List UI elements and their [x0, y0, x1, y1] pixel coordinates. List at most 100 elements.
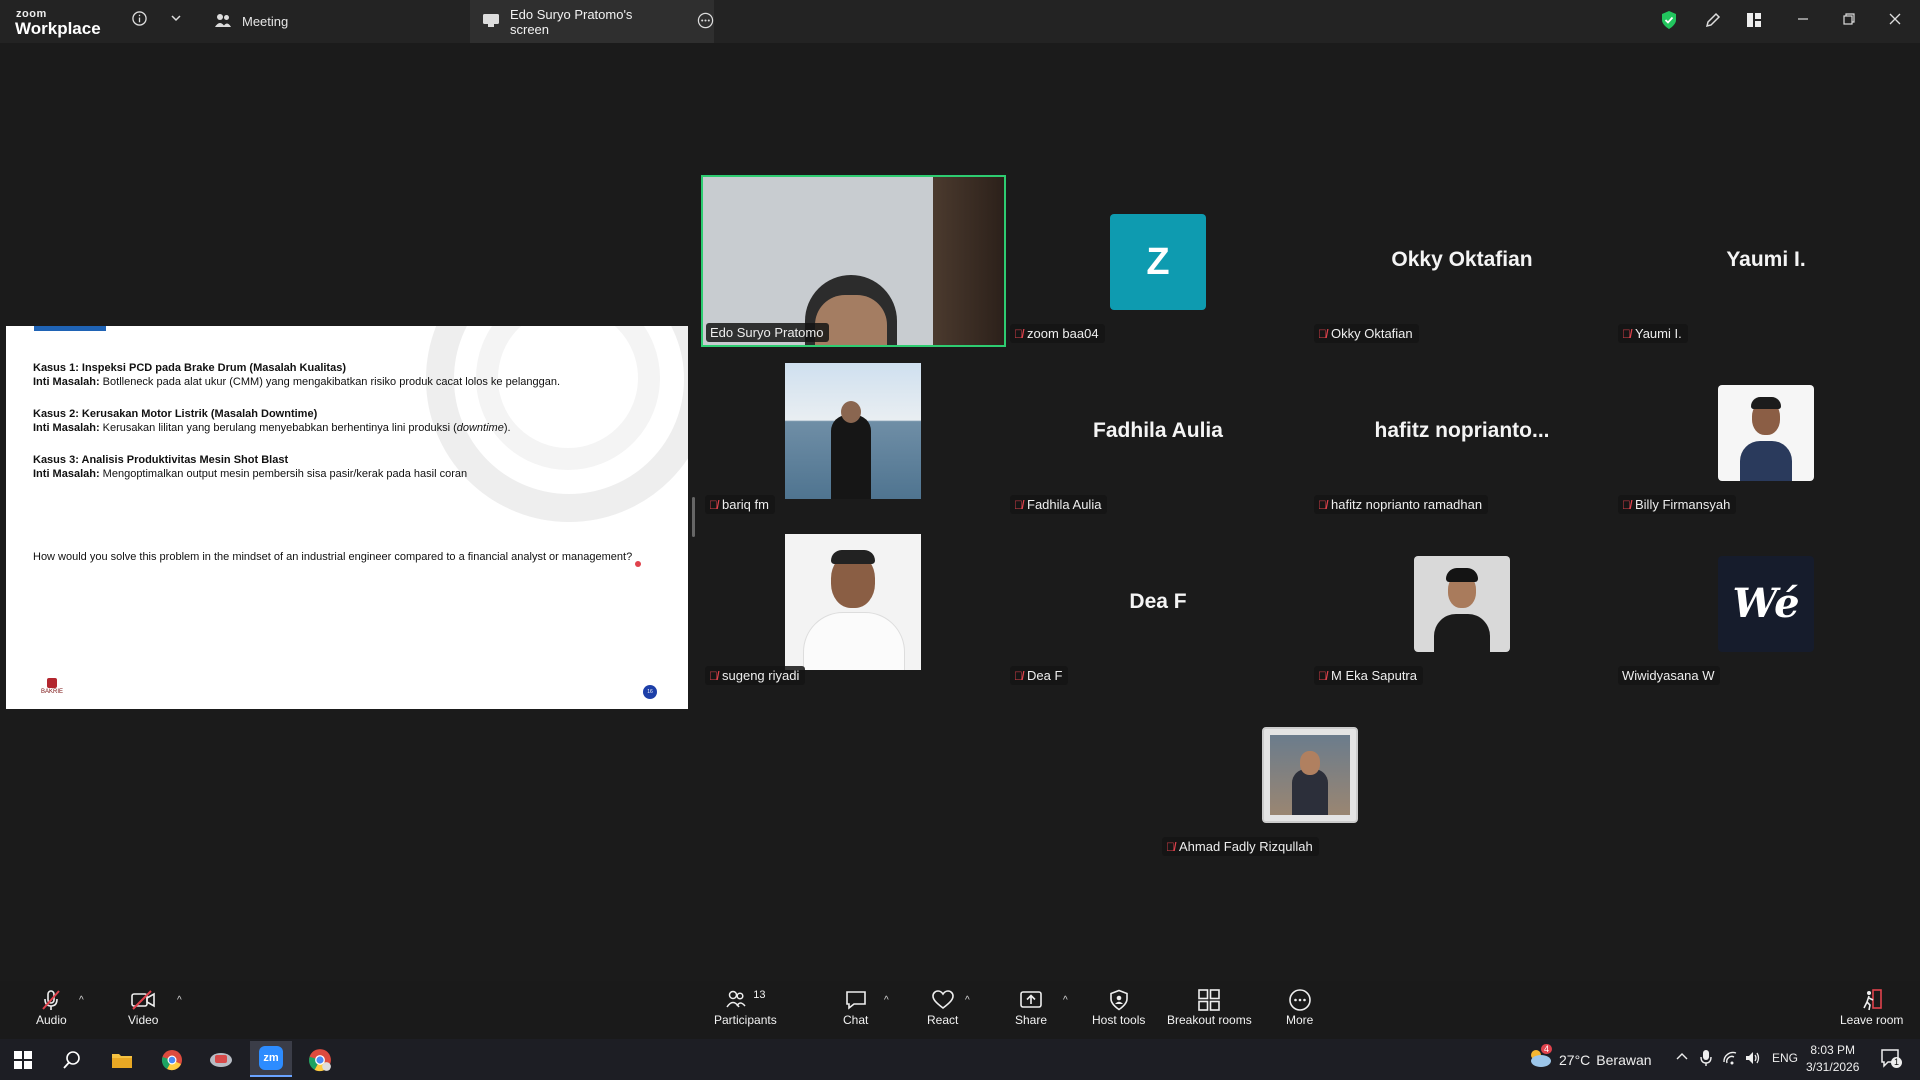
mic-muted-icon: 🎙̸: [1014, 668, 1023, 683]
participant-name-tag: 🎙̸ bariq fm: [705, 495, 775, 514]
breakout-rooms-icon: [1197, 987, 1221, 1013]
video-options-caret-icon[interactable]: ^: [177, 995, 182, 1006]
weather-widget[interactable]: 4 27°C Berawan: [1527, 1044, 1652, 1071]
participant-photo: [1718, 385, 1814, 481]
react-label: React: [927, 1013, 959, 1027]
info-icon[interactable]: [132, 11, 147, 30]
participant-tile-m-eka[interactable]: 🎙̸ M Eka Saputra: [1310, 518, 1614, 689]
video-button[interactable]: Video: [128, 987, 158, 1027]
windows-start-icon[interactable]: [8, 1045, 38, 1075]
share-button[interactable]: Share: [1015, 987, 1047, 1027]
video-label: Video: [128, 1013, 159, 1027]
participant-tile-sugeng[interactable]: 🎙̸ sugeng riyadi: [701, 518, 1005, 689]
participant-tile-wiwidyasana[interactable]: Wé Wiwidyasana W: [1614, 518, 1918, 689]
participant-tile-edo[interactable]: Edo Suryo Pratomo: [701, 175, 1006, 347]
shield-check-icon[interactable]: [1660, 10, 1678, 35]
audio-label: Audio: [36, 1013, 67, 1027]
case1-title: Kasus 1: Inspeksi PCD pada Brake Drum (M…: [33, 362, 346, 374]
participant-name-tag: 🎙̸ Fadhila Aulia: [1010, 495, 1108, 514]
participant-tile-hafitz[interactable]: hafitz noprianto... 🎙̸ hafitz noprianto r…: [1310, 347, 1614, 518]
tab-meeting[interactable]: Meeting: [214, 8, 288, 35]
taskbar-clock[interactable]: 8:03 PM 3/31/2026: [1806, 1042, 1859, 1076]
participant-photo: [1262, 727, 1358, 823]
participant-photo: [785, 534, 921, 670]
audio-options-caret-icon[interactable]: ^: [79, 995, 84, 1006]
clock-time: 8:03 PM: [1810, 1043, 1856, 1057]
participant-display-name: Yaumi I.: [1726, 248, 1806, 271]
chat-options-caret-icon[interactable]: ^: [884, 995, 889, 1006]
leave-room-button[interactable]: Leave room: [1840, 987, 1903, 1027]
university-logo: BAKRIE: [36, 678, 68, 700]
participant-tile-fadhila[interactable]: Fadhila Aulia 🎙̸ Fadhila Aulia: [1006, 347, 1310, 518]
notification-center-icon[interactable]: 1: [1880, 1048, 1902, 1073]
host-tools-label: Host tools: [1092, 1013, 1146, 1027]
chrome-profile-icon[interactable]: [305, 1045, 335, 1075]
leave-room-label: Leave room: [1840, 1013, 1904, 1027]
screen-share-icon: [482, 12, 500, 31]
notification-count-badge: 1: [1891, 1057, 1902, 1068]
react-button[interactable]: React: [927, 987, 958, 1027]
participant-name-tag: 🎙̸ zoom baa04: [1010, 324, 1105, 343]
react-options-caret-icon[interactable]: ^: [965, 995, 970, 1006]
tab-shared-screen[interactable]: Edo Suryo Pratomo's screen: [470, 0, 714, 43]
video-background-door: [933, 177, 1004, 345]
more-button[interactable]: More: [1286, 987, 1313, 1027]
participant-photo: [1414, 556, 1510, 652]
host-shield-icon: [1108, 987, 1130, 1013]
input-language[interactable]: ENG: [1772, 1051, 1798, 1065]
file-explorer-icon[interactable]: [107, 1045, 137, 1075]
participant-tile-zoom-baa04[interactable]: Z 🎙̸ zoom baa04: [1006, 176, 1310, 347]
participant-tile-billy[interactable]: 🎙̸ Billy Firmansyah: [1614, 347, 1918, 518]
breakout-rooms-button[interactable]: Breakout rooms: [1167, 987, 1252, 1027]
participants-button[interactable]: 13 Participants: [714, 987, 777, 1027]
case3-body: Inti Masalah: Mengoptimalkan output mesi…: [33, 468, 468, 480]
close-icon[interactable]: [1887, 11, 1903, 32]
view-layout-icon[interactable]: [1745, 11, 1763, 34]
wifi-icon[interactable]: [1722, 1050, 1738, 1071]
chrome-icon[interactable]: [157, 1045, 187, 1075]
app-icon[interactable]: [206, 1045, 236, 1075]
search-icon[interactable]: [57, 1045, 87, 1075]
slide-question: How would you solve this problem in the …: [33, 551, 633, 563]
mic-muted-icon: 🎙̸: [709, 497, 718, 512]
share-label: Share: [1015, 1013, 1048, 1027]
participant-photo: [785, 363, 921, 499]
more-options-icon[interactable]: [697, 12, 714, 32]
shared-screen-slide[interactable]: Kasus 1: Inspeksi PCD pada Brake Drum (M…: [6, 326, 688, 709]
volume-icon[interactable]: [1744, 1050, 1762, 1071]
participant-tile-okky[interactable]: Okky Oktafian 🎙̸ Okky Oktafian: [1310, 176, 1614, 347]
participant-name-tag: 🎙̸ Ahmad Fadly Rizqullah: [1162, 837, 1319, 856]
participant-display-name: Dea F: [1129, 590, 1187, 613]
participant-logo-avatar: Wé: [1718, 556, 1814, 652]
more-label: More: [1286, 1013, 1314, 1027]
minimize-icon[interactable]: [1795, 11, 1811, 32]
cloud-weather-icon: 4: [1527, 1044, 1553, 1071]
title-bar: zoom Workplace Meeting Edo Suryo Pratomo…: [0, 0, 1920, 43]
chevron-down-icon[interactable]: [170, 11, 182, 28]
participants-label: Participants: [714, 1013, 777, 1027]
zoom-taskbar-icon[interactable]: zm: [250, 1041, 292, 1077]
participant-tile-ahmad[interactable]: 🎙̸ Ahmad Fadly Rizqullah: [1158, 689, 1462, 860]
case1-body: Inti Masalah: Botlleneck pada alat ukur …: [33, 376, 561, 388]
weather-description: Berawan: [1596, 1051, 1652, 1068]
resize-splitter[interactable]: [692, 497, 695, 537]
laser-pointer: [635, 561, 641, 567]
host-tools-button[interactable]: Host tools: [1092, 987, 1145, 1027]
breakout-rooms-label: Breakout rooms: [1167, 1013, 1252, 1027]
video-off-icon: [130, 987, 156, 1013]
participant-tile-yaumi[interactable]: Yaumi I. 🎙̸ Yaumi I.: [1614, 176, 1918, 347]
participant-tile-dea[interactable]: Dea F 🎙̸ Dea F: [1006, 518, 1310, 689]
share-options-caret-icon[interactable]: ^: [1063, 995, 1068, 1006]
tray-microphone-icon[interactable]: [1699, 1049, 1713, 1072]
participant-tile-bariq[interactable]: 🎙̸ bariq fm: [701, 347, 1005, 518]
annotate-pencil-icon[interactable]: [1704, 11, 1722, 34]
restore-icon[interactable]: [1841, 11, 1857, 32]
chat-button[interactable]: Chat: [843, 987, 868, 1027]
weather-temperature: 27°C: [1559, 1051, 1591, 1068]
tray-chevron-up-icon[interactable]: [1675, 1050, 1689, 1069]
zoom-logo-workplace: Workplace: [15, 19, 101, 38]
participants-icon: [725, 989, 747, 1012]
mic-muted-icon: 🎙̸: [1622, 497, 1631, 512]
audio-button[interactable]: Audio: [36, 987, 67, 1027]
mic-muted-icon: [39, 987, 63, 1013]
